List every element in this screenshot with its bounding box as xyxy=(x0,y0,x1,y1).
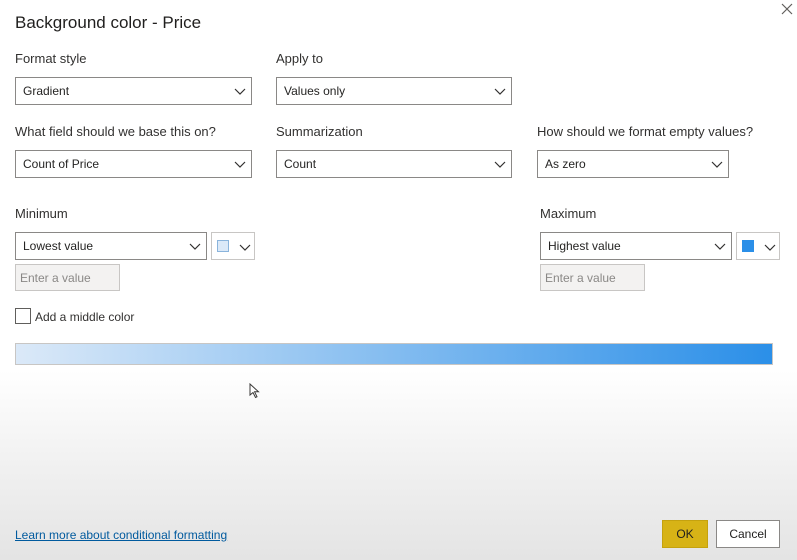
format-style-select[interactable]: Gradient xyxy=(15,77,252,105)
chevron-down-icon xyxy=(494,161,506,168)
chevron-down-icon xyxy=(239,244,251,251)
base-field-label: What field should we base this on? xyxy=(15,124,216,139)
empty-values-label: How should we format empty values? xyxy=(537,124,754,139)
chevron-down-icon xyxy=(764,244,776,251)
chevron-down-icon xyxy=(711,161,723,168)
maximum-value: Highest value xyxy=(548,239,621,253)
empty-values-select[interactable]: As zero xyxy=(537,150,729,178)
maximum-label: Maximum xyxy=(540,206,597,221)
minimum-label: Minimum xyxy=(15,206,68,221)
summarization-value: Count xyxy=(284,157,317,171)
apply-to-label: Apply to xyxy=(276,51,323,66)
apply-to-value: Values only xyxy=(284,84,346,98)
middle-color-checkbox[interactable] xyxy=(15,308,31,324)
summarization-label: Summarization xyxy=(276,124,363,139)
summarization-select[interactable]: Count xyxy=(276,150,512,178)
minimum-color-picker[interactable] xyxy=(211,232,255,260)
minimum-color-swatch xyxy=(217,240,229,252)
close-icon[interactable] xyxy=(780,2,794,16)
maximum-color-swatch xyxy=(742,240,754,252)
format-style-value: Gradient xyxy=(23,84,70,98)
maximum-input-placeholder: Enter a value xyxy=(545,270,616,285)
dialog-title: Background color - Price xyxy=(15,13,202,32)
chevron-down-icon xyxy=(234,88,246,95)
chevron-down-icon xyxy=(234,161,246,168)
chevron-down-icon xyxy=(714,243,726,250)
maximum-color-picker[interactable] xyxy=(736,232,780,260)
minimum-value-input[interactable]: Enter a value xyxy=(15,264,120,291)
base-field-value: Count of Price xyxy=(23,157,100,171)
minimum-select[interactable]: Lowest value xyxy=(15,232,207,260)
middle-color-label: Add a middle color xyxy=(35,310,135,324)
maximum-select[interactable]: Highest value xyxy=(540,232,732,260)
format-style-label: Format style xyxy=(15,51,87,66)
empty-values-value: As zero xyxy=(545,157,586,171)
minimum-value: Lowest value xyxy=(23,239,94,253)
minimum-input-placeholder: Enter a value xyxy=(20,270,91,285)
apply-to-select[interactable]: Values only xyxy=(276,77,512,105)
cancel-button[interactable]: Cancel xyxy=(716,520,780,548)
mouse-pointer-icon xyxy=(249,383,260,399)
gradient-preview-bar xyxy=(15,343,773,365)
chevron-down-icon xyxy=(494,88,506,95)
learn-more-link[interactable]: Learn more about conditional formatting xyxy=(15,528,227,542)
chevron-down-icon xyxy=(189,243,201,250)
maximum-value-input[interactable]: Enter a value xyxy=(540,264,645,291)
ok-button[interactable]: OK xyxy=(662,520,708,548)
base-field-select[interactable]: Count of Price xyxy=(15,150,252,178)
